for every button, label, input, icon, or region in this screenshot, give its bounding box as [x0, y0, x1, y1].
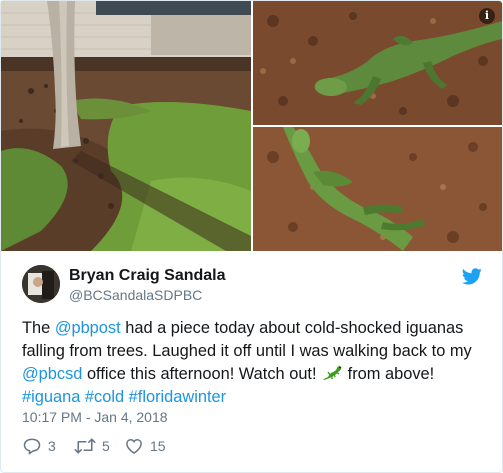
action-bar: 3 5 15 [22, 435, 322, 457]
tweet-card[interactable]: i Bryan Craig Sandala @BCSandalaSDPBC Th… [0, 0, 503, 473]
hashtag-floridawinter[interactable]: #floridawinter [129, 388, 226, 406]
mention-pbpost[interactable]: @pbpost [55, 319, 121, 337]
timestamp[interactable]: 10:17 PM - Jan 4, 2018 [22, 409, 168, 425]
iguana-closeup-photo[interactable] [253, 127, 502, 251]
retweet-count: 5 [102, 438, 110, 454]
tweet-header: Bryan Craig Sandala @BCSandalaSDPBC [22, 265, 492, 305]
tweet-text: The @pbpost had a piece today about cold… [22, 317, 487, 409]
like-count: 15 [150, 438, 166, 454]
hashtag-iguana[interactable]: #iguana [22, 388, 80, 406]
lizard-emoji-icon [321, 364, 343, 382]
reply-count: 3 [48, 438, 56, 454]
twitter-bird-icon[interactable] [461, 268, 482, 286]
heart-icon [124, 436, 144, 456]
text-segment: The [22, 319, 55, 337]
text-segment: office this afternoon! Watch out! [82, 365, 322, 383]
tree-trunk-grass-photo[interactable] [1, 1, 251, 251]
media-grid[interactable]: i [1, 1, 502, 251]
text-segment: from above! [343, 365, 435, 383]
mention-pbcsd[interactable]: @pbcsd [22, 365, 82, 383]
avatar[interactable] [22, 265, 60, 303]
iguana-on-mulch-photo[interactable] [253, 1, 502, 125]
author-handle[interactable]: @BCSandalaSDPBC [69, 287, 202, 303]
author-name[interactable]: Bryan Craig Sandala [69, 267, 226, 285]
reply-icon [22, 436, 42, 456]
media-info-icon[interactable]: i [479, 8, 495, 24]
hashtag-cold[interactable]: #cold [85, 388, 124, 406]
like-button[interactable]: 15 [124, 435, 166, 457]
retweet-icon [74, 436, 96, 456]
reply-button[interactable]: 3 [22, 435, 56, 457]
retweet-button[interactable]: 5 [74, 435, 110, 457]
